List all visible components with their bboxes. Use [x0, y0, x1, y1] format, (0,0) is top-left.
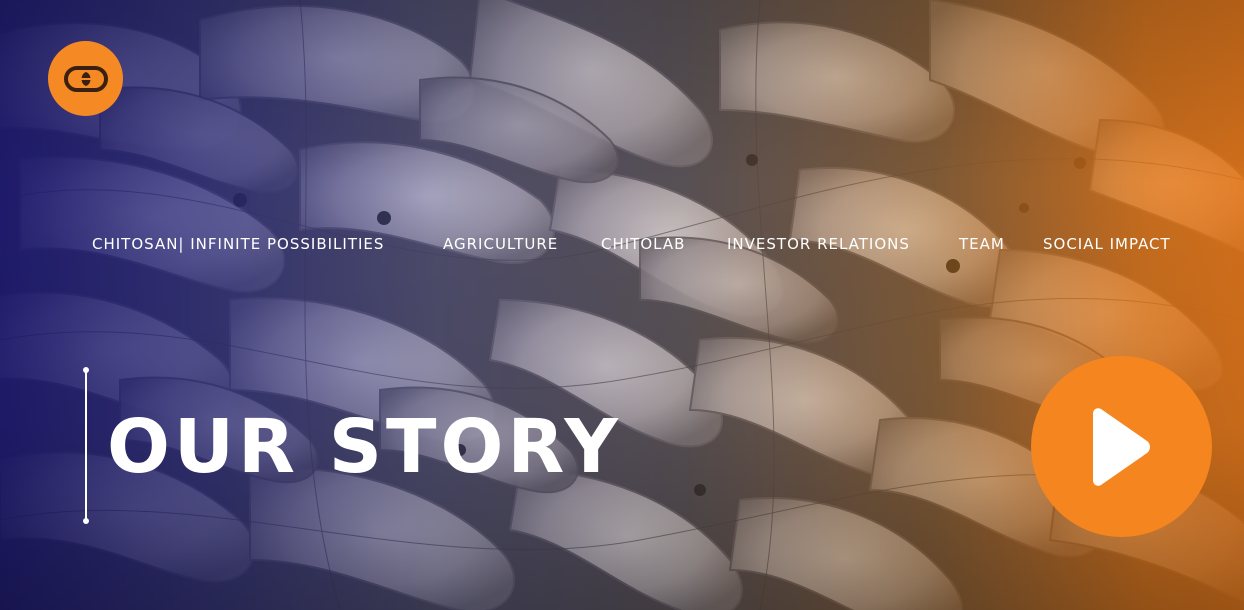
nav-item-agriculture[interactable]: AGRICULTURE	[443, 232, 558, 256]
page-title: OUR STORY	[107, 404, 622, 490]
nav-item-social-impact[interactable]: SOCIAL IMPACT	[1043, 232, 1171, 256]
nav-item-team[interactable]: TEAM	[959, 232, 1005, 256]
hero-section: CHITOSAN| INFINITE POSSIBILITIES AGRICUL…	[0, 0, 1244, 610]
main-navigation: CHITOSAN| INFINITE POSSIBILITIES AGRICUL…	[0, 232, 1244, 256]
divider-dot-bottom	[83, 518, 89, 524]
nav-item-investor-relations[interactable]: INVESTOR RELATIONS	[727, 232, 910, 256]
play-video-button[interactable]	[1031, 356, 1212, 537]
shade-overlay	[0, 0, 1244, 610]
nav-item-chitosan[interactable]: CHITOSAN| INFINITE POSSIBILITIES	[92, 232, 384, 256]
chain-link-icon	[63, 65, 108, 92]
divider-dot-top	[83, 367, 89, 373]
nav-item-chitolab[interactable]: CHITOLAB	[601, 232, 685, 256]
play-icon	[1092, 407, 1150, 486]
title-divider-line	[83, 367, 89, 524]
site-logo[interactable]	[48, 41, 123, 116]
